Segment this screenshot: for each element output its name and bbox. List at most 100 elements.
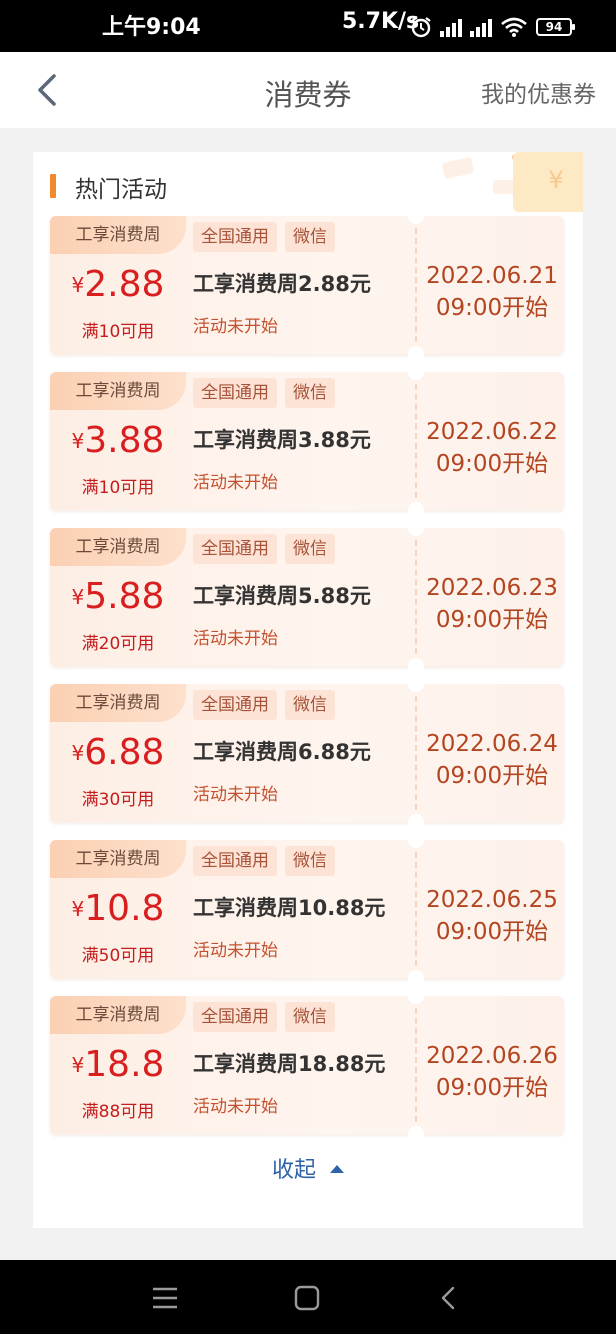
ticket-notch <box>408 364 424 380</box>
scope-chip: 全国通用 <box>193 378 277 408</box>
channel-chip: 微信 <box>285 534 335 564</box>
battery-level: 94 <box>545 20 563 34</box>
ticket-notch <box>408 208 424 224</box>
ticket-notch <box>408 658 424 674</box>
start-date: 2022.06.26 <box>426 1043 558 1069</box>
alarm-icon <box>411 17 431 38</box>
start-time: 09:00开始 <box>435 763 549 789</box>
ticket-notch <box>408 814 424 830</box>
currency-symbol: ¥ <box>71 741 85 765</box>
scope-chip: 全国通用 <box>193 690 277 720</box>
home-icon[interactable] <box>292 1284 322 1312</box>
channel-chip: 微信 <box>285 378 335 408</box>
coupon-tag: 工享消费周 <box>50 684 186 722</box>
start-time: 09:00开始 <box>435 1075 549 1101</box>
ticket-divider <box>415 540 417 654</box>
coupon-start-time: 2022.06.26 09:00开始 <box>420 1040 564 1104</box>
ticket-notch <box>408 346 424 362</box>
coupon-amount: ¥3.88 <box>50 420 186 461</box>
status-icons: 94 <box>410 14 575 40</box>
start-time: 09:00开始 <box>435 295 549 321</box>
ticket-notch <box>408 676 424 692</box>
coupon-status: 活动未开始 <box>193 1097 278 1117</box>
back-icon[interactable] <box>434 1284 464 1312</box>
coupon-condition: 满30可用 <box>81 790 155 810</box>
channel-chip: 微信 <box>285 690 335 720</box>
hd-signal-icon <box>440 17 462 37</box>
coupon-start-time: 2022.06.25 09:00开始 <box>420 884 564 948</box>
status-time: 上午9:04 <box>102 15 201 40</box>
coupon-status: 活动未开始 <box>193 941 278 961</box>
start-date: 2022.06.21 <box>426 263 558 289</box>
hot-activities-card: % ¥ 热门活动 工享消费周 全国通用 微信 ¥2.88 满10可用 工享消费周… <box>33 152 583 1228</box>
coupon-amount: ¥18.8 <box>50 1044 186 1085</box>
coupon-name: 工享消费周6.88元 <box>193 740 371 764</box>
start-time: 09:00开始 <box>435 607 549 633</box>
ticket-divider <box>415 852 417 966</box>
amount-value: 5.88 <box>84 576 165 617</box>
ticket-notch <box>408 832 424 848</box>
coupon-condition: 满88可用 <box>81 1102 155 1122</box>
collapse-button[interactable]: 收起 <box>33 1152 583 1184</box>
collapse-label: 收起 <box>271 1158 316 1183</box>
ticket-divider <box>415 384 417 498</box>
status-bar: 上午9:04 5.7K/s 94 <box>0 0 616 52</box>
coupon-start-time: 2022.06.24 09:00开始 <box>420 728 564 792</box>
channel-chip: 微信 <box>285 222 335 252</box>
svg-text:¥: ¥ <box>548 166 563 194</box>
coupon-status: 活动未开始 <box>193 785 278 805</box>
start-date: 2022.06.24 <box>426 731 558 757</box>
start-date: 2022.06.23 <box>426 575 558 601</box>
scope-chip: 全国通用 <box>193 846 277 876</box>
coupon-status: 活动未开始 <box>193 473 278 493</box>
coupon-amount: ¥2.88 <box>50 264 186 305</box>
channel-chip: 微信 <box>285 1002 335 1032</box>
currency-symbol: ¥ <box>71 1053 85 1077</box>
amount-value: 10.8 <box>84 888 165 929</box>
currency-symbol: ¥ <box>71 429 85 453</box>
menu-icon[interactable] <box>150 1284 180 1312</box>
section-title: 热门活动 <box>75 177 167 203</box>
ticket-notch <box>408 988 424 1004</box>
amount-value: 18.8 <box>84 1044 165 1085</box>
amount-value: 3.88 <box>84 420 165 461</box>
coupon-start-time: 2022.06.21 09:00开始 <box>420 260 564 324</box>
system-nav-bar <box>0 1260 616 1334</box>
coupon-name: 工享消费周10.88元 <box>193 896 386 920</box>
amount-value: 6.88 <box>84 732 165 773</box>
coupon-tag: 工享消费周 <box>50 996 186 1034</box>
start-time: 09:00开始 <box>435 451 549 477</box>
coupon-tag: 工享消费周 <box>50 372 186 410</box>
caret-up-icon <box>330 1165 344 1173</box>
coupon-start-time: 2022.06.22 09:00开始 <box>420 416 564 480</box>
currency-symbol: ¥ <box>71 273 85 297</box>
coupon-condition: 满50可用 <box>81 946 155 966</box>
coupon-status: 活动未开始 <box>193 317 278 337</box>
scope-chip: 全国通用 <box>193 222 277 252</box>
coupon-start-time: 2022.06.23 09:00开始 <box>420 572 564 636</box>
coupon-condition: 满10可用 <box>81 478 155 498</box>
ticket-notch <box>408 502 424 518</box>
coupon-name: 工享消费周5.88元 <box>193 584 371 608</box>
coupon-card[interactable]: 工享消费周 全国通用 微信 ¥6.88 满30可用 工享消费周6.88元 活动未… <box>50 676 564 830</box>
coupon-card[interactable]: 工享消费周 全国通用 微信 ¥2.88 满10可用 工享消费周2.88元 活动未… <box>50 208 564 362</box>
coupon-card[interactable]: 工享消费周 全国通用 微信 ¥10.8 满50可用 工享消费周10.88元 活动… <box>50 832 564 986</box>
coupon-amount: ¥5.88 <box>50 576 186 617</box>
coupon-name: 工享消费周18.88元 <box>193 1052 386 1076</box>
ticket-divider <box>415 228 417 342</box>
coupon-condition: 满20可用 <box>81 634 155 654</box>
ticket-divider <box>415 1008 417 1122</box>
network-speed: 5.7K/s <box>342 9 420 34</box>
coupon-name: 工享消费周3.88元 <box>193 428 371 452</box>
ticket-divider <box>415 696 417 810</box>
section-accent-bar <box>50 174 56 198</box>
my-coupons-link[interactable]: 我的优惠券 <box>481 75 596 109</box>
start-time: 09:00开始 <box>435 919 549 945</box>
battery-icon: 94 <box>536 18 575 36</box>
coupon-card[interactable]: 工享消费周 全国通用 微信 ¥18.8 满88可用 工享消费周18.88元 活动… <box>50 988 564 1142</box>
coupon-card[interactable]: 工享消费周 全国通用 微信 ¥3.88 满10可用 工享消费周3.88元 活动未… <box>50 364 564 518</box>
scope-chip: 全国通用 <box>193 534 277 564</box>
coupon-condition: 满10可用 <box>81 322 155 342</box>
start-date: 2022.06.25 <box>426 887 558 913</box>
coupon-card[interactable]: 工享消费周 全国通用 微信 ¥5.88 满20可用 工享消费周5.88元 活动未… <box>50 520 564 674</box>
